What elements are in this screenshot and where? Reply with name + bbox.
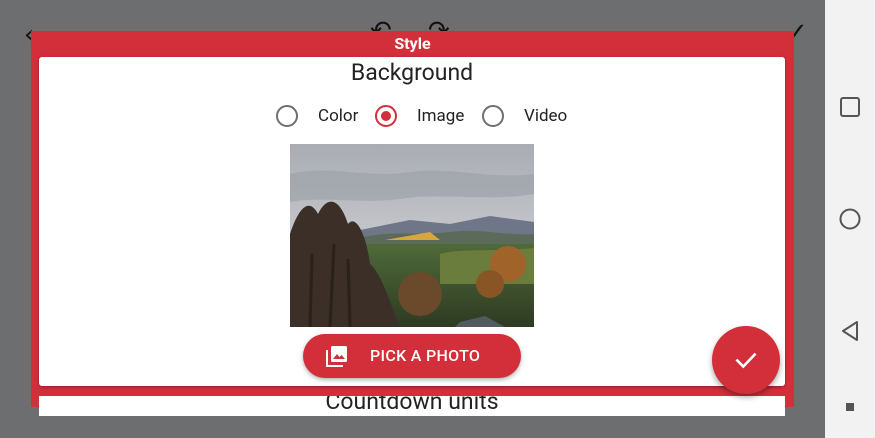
background-photo-preview (290, 144, 534, 327)
countdown-units-card: Countdown units (39, 396, 785, 416)
radio-label: Image (417, 106, 465, 126)
radio-image[interactable]: Image (375, 103, 464, 129)
pick-photo-button[interactable]: PICK A PHOTO (303, 334, 521, 378)
radio-button-checked-icon (375, 105, 397, 127)
home-circle-icon[interactable] (825, 207, 875, 231)
section-title: Background (350, 59, 474, 86)
radio-button-icon (482, 105, 504, 127)
photo-library-icon (325, 344, 349, 372)
menu-dot-icon[interactable] (825, 402, 875, 412)
back-triangle-icon[interactable] (825, 319, 875, 343)
background-type-radio-group: Color Image Video (39, 103, 785, 129)
radio-video[interactable]: Video (482, 103, 567, 129)
dialog-title: Style (394, 34, 431, 53)
background-card: Background Color Image Video PICK A PHOT… (39, 57, 785, 386)
confirm-fab[interactable] (712, 326, 780, 394)
next-section-title: Countdown units (325, 396, 499, 415)
radio-label: Video (524, 106, 568, 126)
system-nav-bar (825, 0, 875, 438)
radio-label: Color (318, 106, 359, 126)
style-dialog: Style Background Color Image Video PICK … (31, 31, 794, 416)
recents-square-icon[interactable] (825, 96, 875, 118)
check-icon (735, 352, 757, 369)
radio-button-icon (276, 105, 298, 127)
radio-color[interactable]: Color (276, 103, 358, 129)
pick-photo-label: PICK A PHOTO (370, 346, 481, 365)
